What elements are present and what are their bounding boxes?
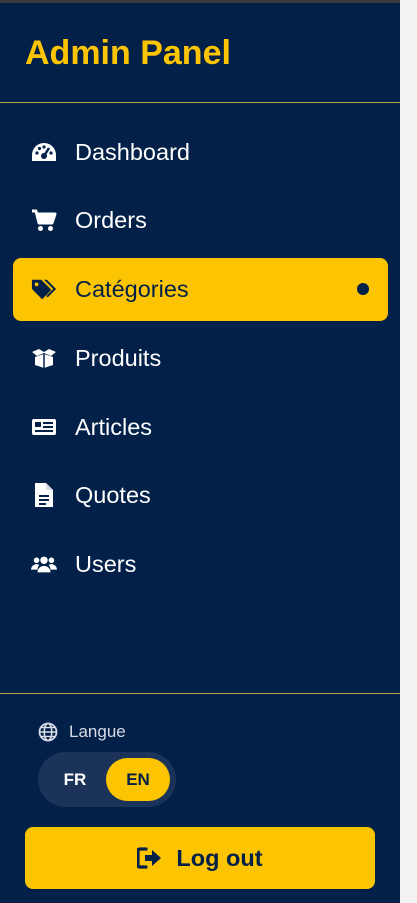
sidebar-item-label: Quotes (75, 482, 151, 509)
sidebar-item-label: Orders (75, 207, 147, 234)
sidebar-item-categories[interactable]: Catégories (13, 257, 388, 321)
sign-out-icon (137, 847, 162, 869)
file-lines-icon (31, 482, 57, 508)
logout-button[interactable]: Log out (25, 827, 375, 889)
language-toggle: FR EN (38, 752, 176, 807)
sidebar-item-label: Catégories (75, 276, 189, 303)
users-icon (31, 551, 57, 577)
language-option-fr[interactable]: FR (44, 758, 106, 801)
sidebar-item-label: Produits (75, 344, 162, 371)
gauge-icon (31, 139, 57, 165)
language-label: Langue (69, 722, 126, 741)
box-open-icon (31, 345, 57, 371)
sidebar-divider-top (0, 102, 400, 103)
sidebar-item-label: Articles (75, 413, 153, 440)
sidebar-item-label: Users (75, 551, 137, 578)
language-option-en[interactable]: EN (106, 758, 170, 801)
globe-icon (38, 722, 58, 742)
language-section: Langue (38, 722, 126, 742)
shopping-cart-icon (31, 207, 57, 233)
sidebar-item-quotes[interactable]: Quotes (13, 464, 388, 527)
sidebar: Admin Panel Dashboard Orders Catégories … (0, 3, 400, 903)
sidebar-item-articles[interactable]: Articles (13, 395, 388, 458)
sidebar-item-produits[interactable]: Produits (13, 326, 388, 389)
main-content-edge (400, 0, 417, 903)
brand-title: Admin Panel (25, 34, 231, 72)
tags-icon (31, 276, 57, 302)
sidebar-item-users[interactable]: Users (13, 533, 388, 596)
sidebar-divider-bottom (0, 693, 400, 694)
sidebar-item-label: Dashboard (75, 138, 190, 165)
sidebar-nav: Dashboard Orders Catégories Produits Art… (13, 120, 388, 602)
active-indicator-dot (357, 283, 369, 296)
sidebar-item-dashboard[interactable]: Dashboard (13, 120, 388, 183)
sidebar-item-orders[interactable]: Orders (13, 189, 388, 252)
newspaper-icon (31, 414, 57, 440)
logout-label: Log out (176, 844, 263, 871)
